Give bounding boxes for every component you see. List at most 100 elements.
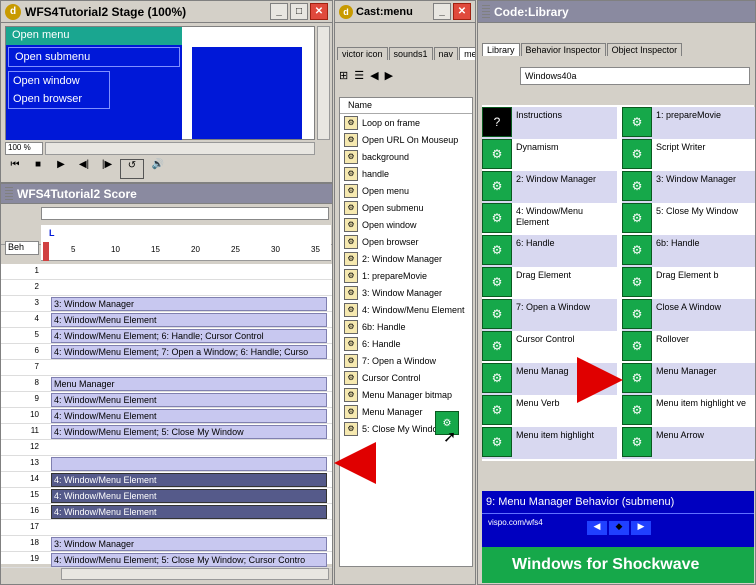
- cast-member[interactable]: ⚙ Open window: [340, 216, 472, 233]
- score-row[interactable]: 18 3: Window Manager: [1, 536, 332, 552]
- library-behavior[interactable]: ⚙ Menu Arrow: [622, 427, 755, 459]
- cast-member[interactable]: ⚙ handle: [340, 165, 472, 182]
- menu-item-open-menu[interactable]: Open menu: [6, 27, 182, 45]
- library-behavior[interactable]: ⚙ Menu item highlight: [482, 427, 617, 459]
- sprite-span[interactable]: 4: Window/Menu Element; 6: Handle; Curso…: [51, 329, 327, 343]
- library-behavior[interactable]: ⚙ 1: prepareMovie: [622, 107, 755, 139]
- library-behavior[interactable]: ⚙ Rollover: [622, 331, 755, 363]
- play-button[interactable]: ▶: [51, 159, 71, 179]
- menu-item-open-window[interactable]: Open window: [9, 72, 109, 90]
- cast-column-header[interactable]: Name: [340, 98, 472, 114]
- tab-behavior-inspector[interactable]: Behavior Inspector: [520, 43, 606, 56]
- home-button[interactable]: ◆: [609, 521, 629, 535]
- library-select[interactable]: Windows40a: [520, 67, 750, 85]
- cast-member[interactable]: ⚙ Open URL On Mouseup: [340, 131, 472, 148]
- next-button[interactable]: ▶: [631, 521, 651, 535]
- score-row[interactable]: 8 Menu Manager: [1, 376, 332, 392]
- score-titlebar[interactable]: WFS4Tutorial2 Score: [1, 184, 332, 204]
- score-row[interactable]: 14 4: Window/Menu Element: [1, 472, 332, 488]
- library-behavior[interactable]: ⚙ Dynamism: [482, 139, 617, 171]
- library-behavior[interactable]: ⚙ 4: Window/Menu Element: [482, 203, 617, 235]
- score-row[interactable]: 15 4: Window/Menu Element: [1, 488, 332, 504]
- sprite-span[interactable]: 4: Window/Menu Element: [51, 489, 327, 503]
- cast-titlebar[interactable]: d Cast:menu _ ✕: [335, 1, 475, 23]
- cast-member[interactable]: ⚙ 3: Window Manager: [340, 284, 472, 301]
- cast-member[interactable]: ⚙ 2: Window Manager: [340, 250, 472, 267]
- cast-member[interactable]: ⚙ 4: Window/Menu Element: [340, 301, 472, 318]
- cast-member[interactable]: ⚙ 6: Handle: [340, 335, 472, 352]
- close-button[interactable]: ✕: [310, 3, 328, 20]
- score-row[interactable]: 5 4: Window/Menu Element; 6: Handle; Curs…: [1, 328, 332, 344]
- sprite-span[interactable]: Menu Manager: [51, 377, 327, 391]
- score-row[interactable]: 12: [1, 440, 332, 456]
- sprite-span[interactable]: 4: Window/Menu Element: [51, 313, 327, 327]
- score-row[interactable]: 1: [1, 264, 332, 280]
- tab-sounds1[interactable]: sounds1: [388, 47, 433, 60]
- library-behavior[interactable]: ⚙ 2: Window Manager: [482, 171, 617, 203]
- menu-item-open-submenu[interactable]: Open submenu: [8, 47, 180, 67]
- library-behavior[interactable]: ⚙ 6b: Handle: [622, 235, 755, 267]
- cast-member[interactable]: ⚙ Cursor Control: [340, 369, 472, 386]
- tab-nav[interactable]: nav: [433, 47, 459, 60]
- library-behavior[interactable]: ⚙ Script Writer: [622, 139, 755, 171]
- library-behavior[interactable]: ⚙ Drag Element b: [622, 267, 755, 299]
- rewind-button[interactable]: ⏮: [5, 159, 25, 179]
- cast-member[interactable]: ⚙ 6b: Handle: [340, 318, 472, 335]
- library-behavior[interactable]: ⚙ 5: Close My Window: [622, 203, 755, 235]
- library-titlebar[interactable]: Code:Library: [478, 1, 755, 23]
- sprite-span[interactable]: 4: Window/Menu Element: [51, 473, 327, 487]
- stop-button[interactable]: ■: [28, 159, 48, 179]
- stage-hscroll[interactable]: [45, 142, 315, 155]
- sprite-span[interactable]: 3: Window Manager: [51, 297, 327, 311]
- step-back-button[interactable]: ◀|: [74, 159, 94, 179]
- library-behavior[interactable]: ⚙ Menu item highlight ve: [622, 395, 755, 427]
- menu-item-open-browser[interactable]: Open browser: [9, 90, 109, 108]
- sprite-span[interactable]: 4: Window/Menu Element; 5: Close My Wind…: [51, 425, 327, 439]
- step-forward-button[interactable]: |▶: [97, 159, 117, 179]
- list-view-icon[interactable]: ☰: [354, 69, 364, 87]
- next-arrow-icon[interactable]: ▶: [385, 69, 393, 87]
- score-hscroll[interactable]: [61, 568, 329, 580]
- volume-icon[interactable]: 🔊: [147, 159, 169, 179]
- cast-member[interactable]: ⚙ Menu Manager bitmap: [340, 386, 472, 403]
- loop-button[interactable]: ↺: [120, 159, 144, 179]
- score-row[interactable]: 11 4: Window/Menu Element; 5: Close My Wi…: [1, 424, 332, 440]
- sprite-span[interactable]: 4: Window/Menu Element: [51, 409, 327, 423]
- channel-select[interactable]: Beh: [5, 241, 39, 255]
- tab-library[interactable]: Library: [482, 43, 520, 56]
- score-row[interactable]: 13: [1, 456, 332, 472]
- stage-vscroll[interactable]: [317, 26, 330, 140]
- script-field[interactable]: [41, 207, 329, 220]
- prev-button[interactable]: ◀: [587, 521, 607, 535]
- cast-minimize-button[interactable]: _: [433, 3, 451, 20]
- library-behavior[interactable]: ⚙ Menu Manager: [622, 363, 755, 395]
- library-behavior[interactable]: ⚙ Close A Window: [622, 299, 755, 331]
- cast-member[interactable]: ⚙ 7: Open a Window: [340, 352, 472, 369]
- score-row[interactable]: 16 4: Window/Menu Element: [1, 504, 332, 520]
- cast-member[interactable]: ⚙ Open browser: [340, 233, 472, 250]
- cast-close-button[interactable]: ✕: [453, 3, 471, 20]
- score-row[interactable]: 10 4: Window/Menu Element: [1, 408, 332, 424]
- sprite-span[interactable]: 4: Window/Menu Element: [51, 393, 327, 407]
- score-row[interactable]: 4 4: Window/Menu Element: [1, 312, 332, 328]
- score-row[interactable]: 6 4: Window/Menu Element; 7: Open a Windo…: [1, 344, 332, 360]
- score-row[interactable]: 19 4: Window/Menu Element; 5: Close My Wi…: [1, 552, 332, 568]
- minimize-button[interactable]: _: [270, 3, 288, 20]
- library-behavior[interactable]: ⚙ Drag Element: [482, 267, 617, 299]
- library-behavior[interactable]: ⚙ 7: Open a Window: [482, 299, 617, 331]
- maximize-button[interactable]: □: [290, 3, 308, 20]
- playhead[interactable]: [43, 242, 49, 261]
- library-behavior[interactable]: ⚙ 3: Window Manager: [622, 171, 755, 203]
- sprite-span[interactable]: 4: Window/Menu Element; 5: Close My Wind…: [51, 553, 327, 567]
- stage-titlebar[interactable]: d WFS4Tutorial2 Stage (100%) _ □ ✕: [1, 1, 332, 23]
- tab-victor-icon[interactable]: victor icon: [337, 47, 388, 60]
- library-behavior[interactable]: ⚙ 6: Handle: [482, 235, 617, 267]
- cast-member[interactable]: ⚙ 1: prepareMovie: [340, 267, 472, 284]
- score-row[interactable]: 17: [1, 520, 332, 536]
- library-behavior[interactable]: ? Instructions: [482, 107, 617, 139]
- score-row[interactable]: 2: [1, 280, 332, 296]
- score-row[interactable]: 7: [1, 360, 332, 376]
- sprite-span[interactable]: 3: Window Manager: [51, 537, 327, 551]
- grid-view-icon[interactable]: ⊞: [339, 69, 348, 87]
- sprite-span[interactable]: 4: Window/Menu Element: [51, 505, 327, 519]
